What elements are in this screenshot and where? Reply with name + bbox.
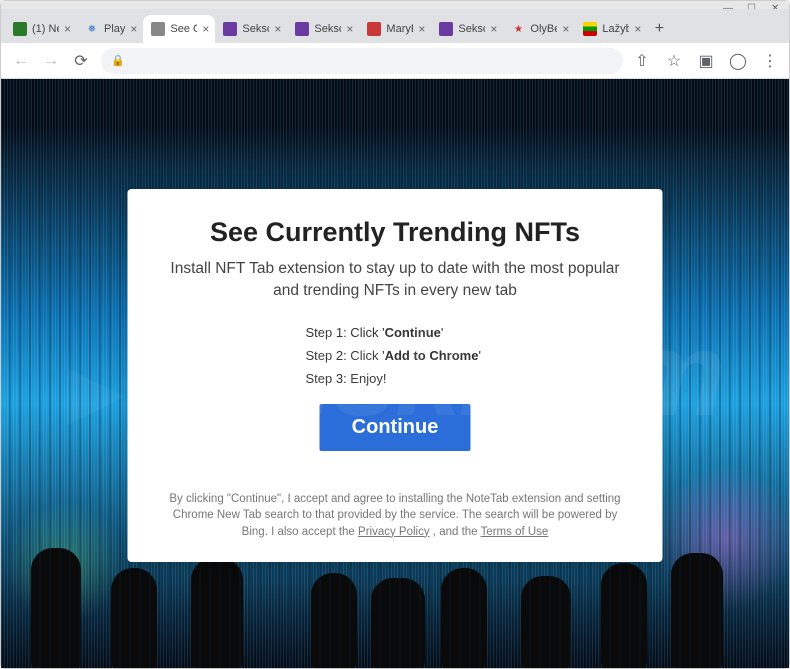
window-controls: — ☐ ✕ [1,1,789,9]
tab-close-icon[interactable]: × [490,22,497,36]
tab-close-icon[interactable]: × [202,22,209,36]
tab-close-icon[interactable]: × [562,22,569,36]
tab-close-icon[interactable]: × [634,22,641,36]
tab-title: Sekso [314,23,341,35]
tab-close-icon[interactable]: × [130,22,137,36]
page-title: See Currently Trending NFTs [168,217,623,248]
lock-icon: 🔒 [111,54,125,67]
favicon-icon [151,22,165,36]
tab-close-icon[interactable]: × [418,22,425,36]
step-2: Step 2: Click 'Add to Chrome' [306,348,623,363]
share-icon[interactable]: ⇧ [633,52,651,70]
tab-title: See C [170,23,197,35]
browser-tab[interactable]: MaryE × [359,15,431,43]
favicon-icon: ❅ [85,22,99,36]
tab-title: Sekso [458,23,485,35]
browser-tab[interactable]: Sekso × [215,15,287,43]
favicon-icon [13,22,27,36]
step-1: Step 1: Click 'Continue' [306,325,623,340]
tab-title: OlyBe [530,23,557,35]
legal-text: By clicking "Continue", I accept and agr… [168,491,623,539]
tab-title: MaryE [386,23,413,35]
browser-window: — ☐ ✕ (1) Ne×❅Play×See C×Sekso×Sekso×Mar… [0,0,790,669]
favicon-icon [295,22,309,36]
tab-title: (1) Ne [32,23,59,35]
url-input[interactable] [131,53,613,68]
nav-reload-button[interactable]: ⟳ [71,51,91,71]
tab-title: Lažyb [602,23,629,35]
browser-tab[interactable]: ★ OlyBe × [503,15,575,43]
terms-of-use-link[interactable]: Terms of Use [481,526,549,538]
promo-modal: See Currently Trending NFTs Install NFT … [128,189,663,562]
tab-close-icon[interactable]: × [346,22,353,36]
nav-back-button[interactable]: ← [11,51,31,71]
page-subtitle: Install NFT Tab extension to stay up to … [168,258,623,301]
privacy-policy-link[interactable]: Privacy Policy [358,526,430,538]
favicon-icon [583,22,597,36]
bookmark-icon[interactable]: ☆ [665,52,683,70]
tab-title: Sekso [242,23,269,35]
browser-tab[interactable]: Sekso × [431,15,503,43]
browser-tab[interactable]: Lažyb × [575,15,647,43]
steps-list: Step 1: Click 'Continue' Step 2: Click '… [306,325,623,386]
nav-forward-button[interactable]: → [41,51,61,71]
tab-close-icon[interactable]: × [64,22,71,36]
browser-tab[interactable]: See C × [143,15,215,43]
toolbar-icons: ⇧ ☆ ▣ ◯ ⋮ [633,52,779,70]
address-bar[interactable]: 🔒 [101,48,623,74]
favicon-icon [367,22,381,36]
favicon-icon [439,22,453,36]
continue-button[interactable]: Continue [320,404,471,451]
page-viewport: pcrisk.com See Currently Trending NFTs I… [1,79,789,668]
menu-icon[interactable]: ⋮ [761,52,779,70]
favicon-icon: ★ [511,22,525,36]
tab-close-icon[interactable]: × [274,22,281,36]
extensions-icon[interactable]: ▣ [697,52,715,70]
browser-tab[interactable]: ❅ Play × [77,15,143,43]
step-3: Step 3: Enjoy! [306,371,623,386]
browser-tab[interactable]: Sekso × [287,15,359,43]
profile-icon[interactable]: ◯ [729,52,747,70]
tab-title: Play [104,23,125,35]
favicon-icon [223,22,237,36]
browser-tab[interactable]: (1) Ne × [5,15,77,43]
new-tab-button[interactable]: + [647,17,671,41]
tab-strip: (1) Ne×❅Play×See C×Sekso×Sekso×MaryE×Sek… [1,9,789,43]
address-bar-row: ← → ⟳ 🔒 ⇧ ☆ ▣ ◯ ⋮ [1,43,789,79]
